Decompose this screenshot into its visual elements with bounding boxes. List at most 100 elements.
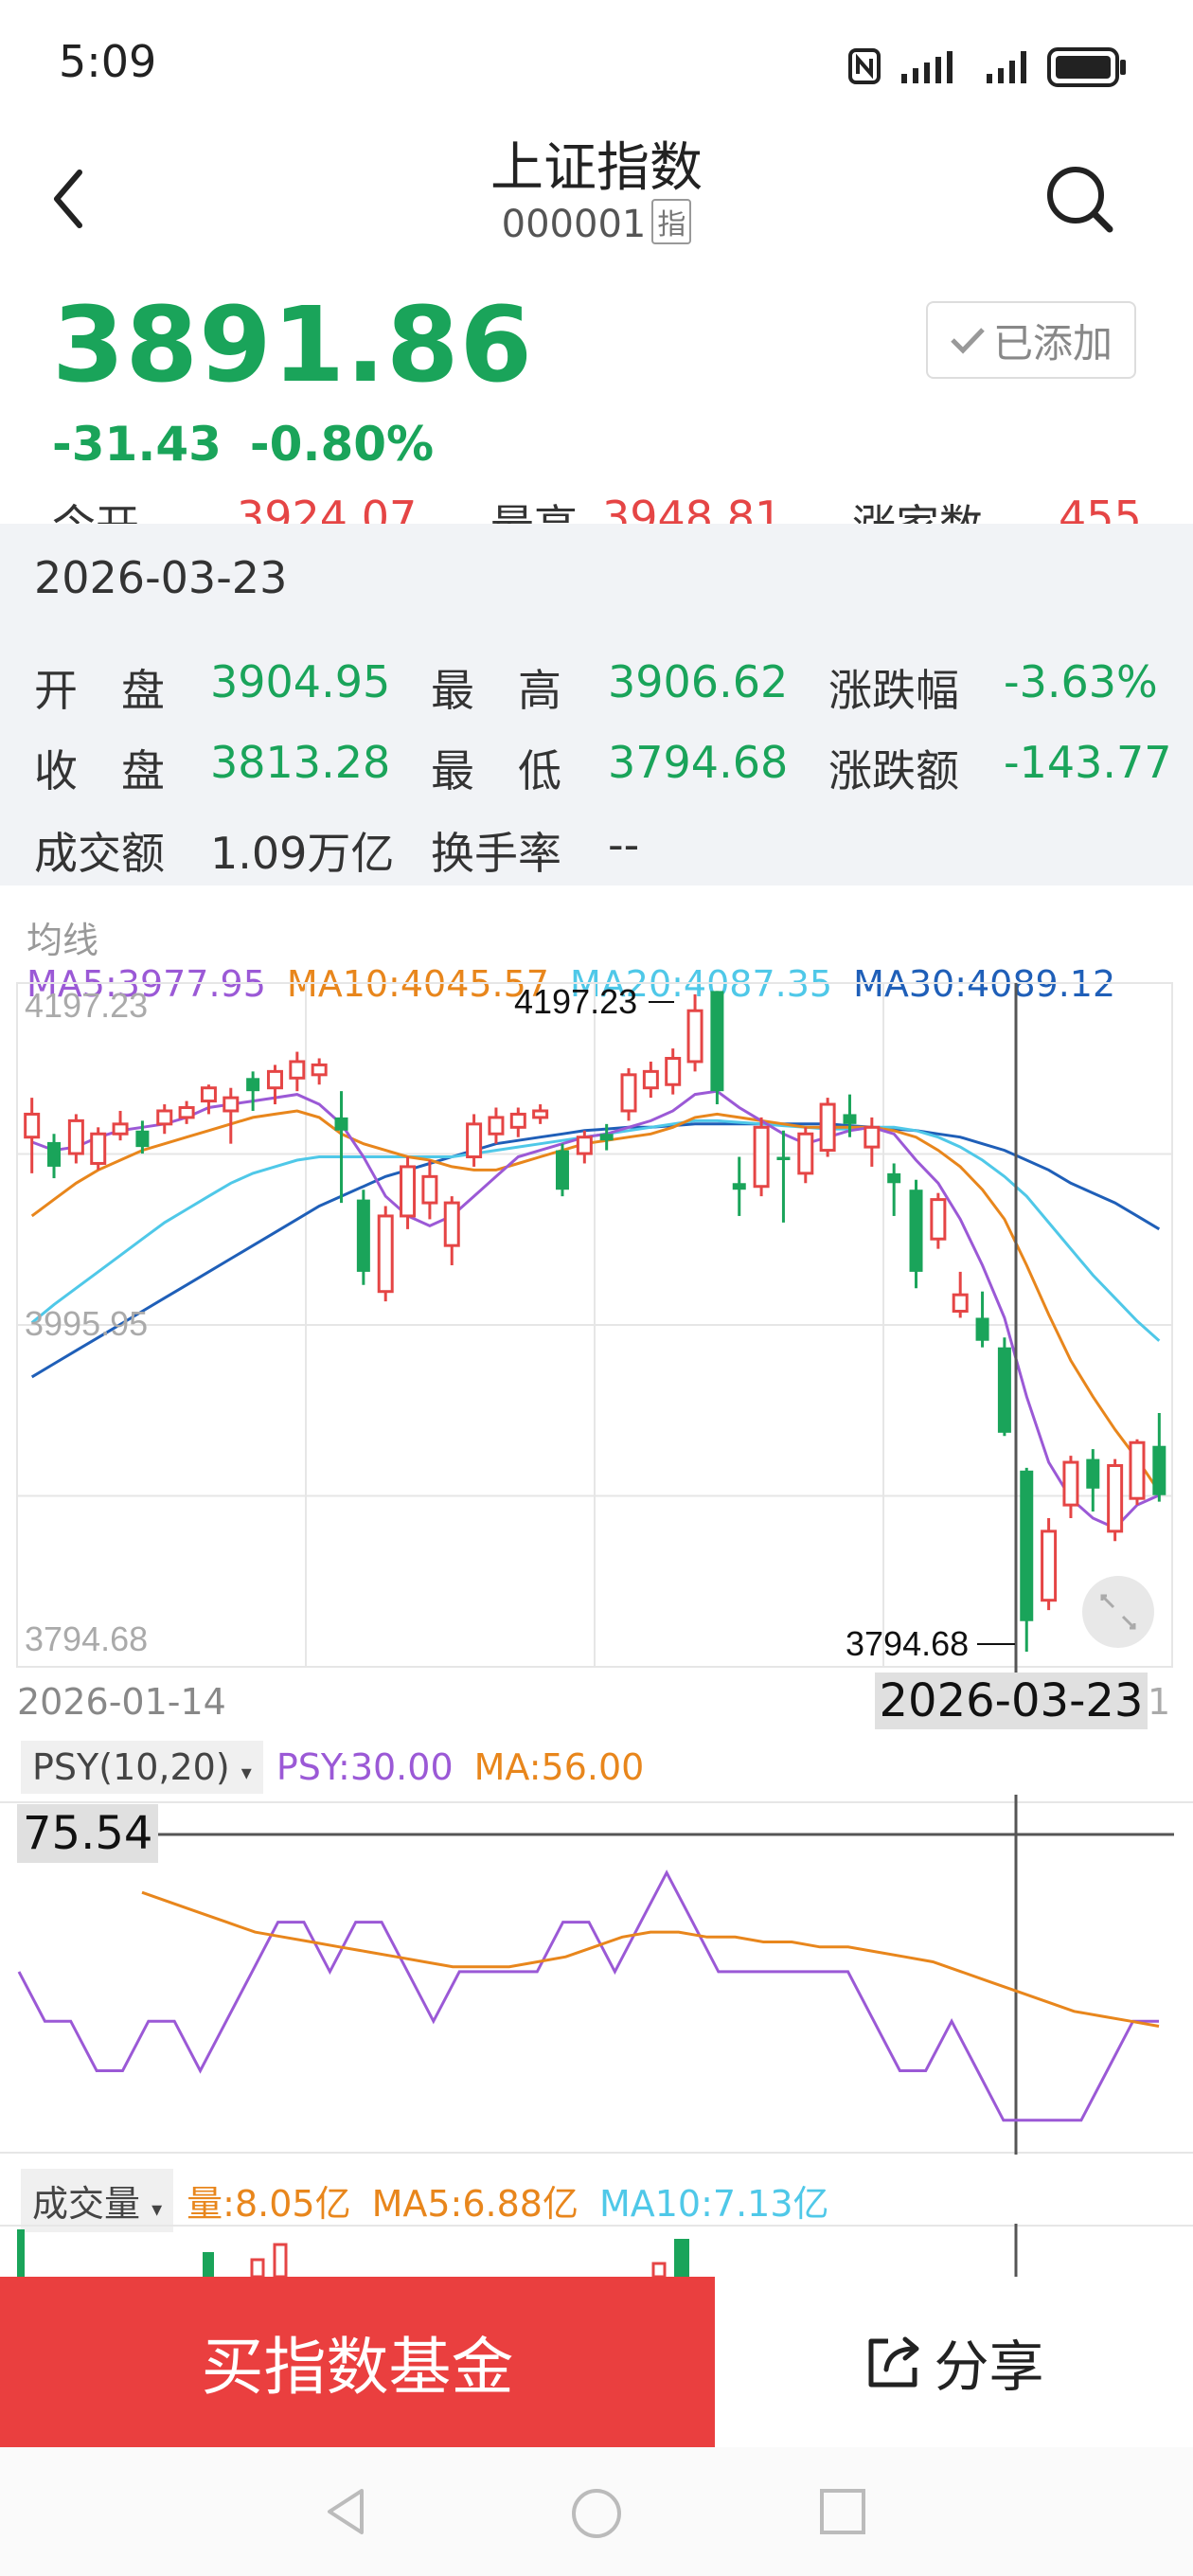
- quote-summary-row: 今开 3924.07 最高 3948.81 涨家数 455: [0, 488, 1193, 524]
- high-label: 最高: [490, 492, 578, 524]
- current-price: 3891.86: [52, 284, 534, 405]
- max-price-label: 4197.23: [514, 982, 637, 1021]
- candle-body: [466, 1122, 483, 1159]
- candle-body: [356, 1199, 370, 1272]
- battery-icon: [1047, 47, 1126, 87]
- added-label: 已添加: [992, 319, 1113, 367]
- end-date-fragment: 1: [1148, 1681, 1171, 1723]
- candle-body: [266, 1069, 283, 1090]
- psy-legend: PSY(10,20) ▾ PSY:30.00 MA:56.00: [21, 1741, 644, 1794]
- share-label: 分享: [934, 2334, 1044, 2399]
- candle-body: [1020, 1470, 1034, 1621]
- signal-icon: [901, 51, 953, 83]
- candle-body: [555, 1150, 569, 1190]
- volume-indicator-select[interactable]: 成交量 ▾: [21, 2169, 174, 2232]
- candle-body: [620, 1073, 637, 1113]
- share-button[interactable]: 分享: [715, 2277, 1193, 2447]
- kline-chart[interactable]: 4197.23 3995.95 3794.68 4197.23 3794.68: [0, 975, 1193, 1676]
- candle-body: [400, 1165, 417, 1218]
- volume-legend: 成交量 ▾ 量:8.05亿 MA5:6.88亿 MA10:7.13亿: [21, 2169, 829, 2232]
- volume-ma10: MA10:7.13亿: [598, 2183, 829, 2225]
- rise-count-value: 455: [1059, 492, 1142, 524]
- close-value: 3813.28: [210, 737, 391, 788]
- added-watchlist-button[interactable]: 已添加: [926, 301, 1136, 379]
- candle-body: [488, 1116, 505, 1136]
- min-price-label: 3794.68: [846, 1624, 969, 1663]
- candle-body: [223, 1096, 240, 1113]
- buy-index-fund-button[interactable]: 买指数基金: [0, 2277, 715, 2447]
- turnover-label: 成交额: [34, 828, 165, 879]
- candle-body: [576, 1136, 593, 1155]
- candle-body: [246, 1078, 260, 1092]
- high-value: 3948.81: [602, 492, 783, 524]
- candle-body: [311, 1063, 328, 1077]
- search-icon[interactable]: [1042, 161, 1117, 237]
- expand-icon[interactable]: [1082, 1576, 1154, 1648]
- y-axis-mid-label: 3995.95: [25, 1304, 148, 1343]
- high-label: 最 高: [431, 665, 561, 716]
- ma10-line: [30, 1109, 1161, 1494]
- candle-body: [334, 1117, 348, 1131]
- amt-value: -143.77: [1004, 737, 1172, 788]
- candle-body: [1129, 1440, 1146, 1500]
- candle-body: [887, 1172, 901, 1184]
- psy-indicator-select[interactable]: PSY(10,20) ▾: [21, 1741, 263, 1794]
- y-axis-top-label: 4197.23: [25, 986, 148, 1025]
- change-percent: -0.80%: [249, 417, 435, 472]
- nav-recents-icon[interactable]: [818, 2487, 867, 2536]
- ma-legend-label: 均线: [27, 920, 99, 961]
- candle-body: [975, 1317, 989, 1341]
- candle-body: [753, 1125, 770, 1189]
- candle-body: [1107, 1464, 1124, 1533]
- psy-selector-label: PSY(10,20): [32, 1746, 230, 1788]
- close-label: 收 盘: [34, 745, 165, 796]
- candle-body: [1086, 1458, 1100, 1489]
- volume-chart: [0, 2224, 1193, 2277]
- psy-chart[interactable]: [0, 1795, 1193, 2155]
- candle-body: [377, 1214, 394, 1294]
- open-value: 3924.07: [237, 492, 418, 524]
- candle-body: [421, 1174, 438, 1205]
- candle-body: [24, 1112, 41, 1139]
- candle-body: [1062, 1460, 1079, 1507]
- psy-lines: [17, 1869, 1160, 2122]
- candle-body: [200, 1086, 217, 1103]
- open-value: 3904.95: [210, 656, 391, 707]
- candle-body: [776, 1156, 791, 1160]
- volume-selector-label: 成交量: [32, 2183, 141, 2225]
- candle-body: [135, 1130, 150, 1148]
- nfc-icon: [848, 48, 881, 84]
- low-value: 3794.68: [608, 737, 789, 788]
- psy-cursor-value: 75.54: [17, 1804, 159, 1863]
- kline-detail-panel: 2026-03-23 开 盘 3904.95 最 高 3906.62 涨跌幅 -…: [0, 524, 1193, 886]
- candle-body: [952, 1293, 969, 1314]
- nav-back-icon[interactable]: [322, 2485, 369, 2538]
- detail-date: 2026-03-23: [34, 552, 288, 603]
- start-date-label: 2026-01-14: [17, 1681, 226, 1723]
- candle-body: [909, 1190, 923, 1272]
- stock-code-value: 000001: [501, 203, 647, 246]
- kline-ma-lines: [30, 1089, 1161, 1530]
- candle-body: [289, 1060, 306, 1080]
- nav-home-icon[interactable]: [568, 2485, 625, 2542]
- status-time: 5:09: [59, 36, 157, 87]
- candle-body: [642, 1069, 659, 1090]
- pct-label: 涨跌幅: [828, 665, 959, 716]
- candle-body: [1041, 1530, 1058, 1602]
- candle-body: [864, 1125, 881, 1149]
- index-tag: 指: [651, 199, 692, 244]
- system-nav-bar: [0, 2447, 1193, 2576]
- status-bar: 5:09: [0, 0, 1193, 133]
- kline-grid: [16, 982, 1173, 1668]
- price-change: -31.43 -0.80%: [52, 417, 462, 472]
- candle-body: [1152, 1445, 1166, 1495]
- candle-body: [443, 1201, 460, 1247]
- page-title: 上证指数: [490, 137, 703, 199]
- psy-value: PSY:30.00: [276, 1746, 454, 1788]
- candle-body: [178, 1106, 195, 1119]
- candle-body: [710, 991, 724, 1092]
- amt-label: 涨跌额: [828, 745, 959, 796]
- open-label: 今开: [52, 492, 139, 524]
- dropdown-arrow-icon: ▾: [151, 2198, 163, 2222]
- candle-body: [509, 1112, 526, 1129]
